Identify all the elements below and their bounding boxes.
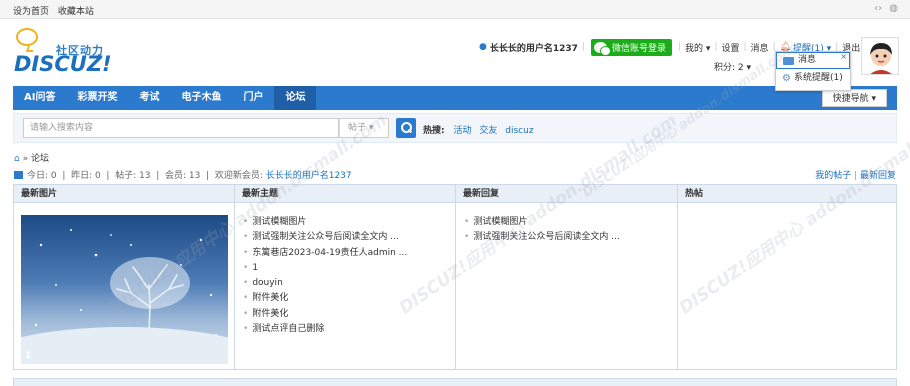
avatar[interactable] <box>861 37 899 75</box>
score-menu[interactable]: 积分: 2 ▾ <box>714 60 751 73</box>
wechat-login-label: 微信账号登录 <box>611 43 666 54</box>
bottom-strip <box>13 378 897 386</box>
user-icon: ● <box>479 42 487 52</box>
list-item[interactable]: 1 <box>243 261 455 276</box>
latest-pictures-column: 最新图片 1 <box>14 185 235 369</box>
new-member-link[interactable]: 长长长的用户名1237 <box>266 171 352 181</box>
nav-item[interactable]: 论坛 <box>274 86 317 110</box>
stats-chart-icon <box>14 171 23 179</box>
list-item[interactable]: 测试强制关注公众号后阅读全文内 ... <box>464 230 677 245</box>
nav-item[interactable]: AI问答 <box>13 86 66 110</box>
snow-tree-image <box>21 229 228 364</box>
wechat-icon <box>593 41 611 56</box>
set-home-link[interactable]: 设为首页 <box>13 7 49 17</box>
popup-messages-item[interactable]: 消息 <box>776 52 850 69</box>
breadcrumb-current[interactable]: 论坛 <box>31 154 49 164</box>
avatar-image <box>862 38 898 74</box>
nav-item[interactable]: 考试 <box>128 86 170 110</box>
top-bar: 设为首页 收藏本站 ‹› ◍ <box>0 0 910 19</box>
settings-link[interactable]: 设置 <box>721 41 739 54</box>
code-icon[interactable]: ‹› <box>874 3 882 14</box>
nav-item[interactable]: 彩票开奖 <box>66 86 128 110</box>
popup-system-reminder-item[interactable]: ⚙ 系统提醒(1) <box>776 69 850 88</box>
latest-replies-column: 最新回复 测试模糊图片测试强制关注公众号后阅读全文内 ... <box>456 185 678 369</box>
nav-item[interactable]: 门户 <box>232 86 274 110</box>
list-item[interactable]: douyin <box>243 276 455 291</box>
mine-menu[interactable]: 我的 ▾ <box>685 41 710 54</box>
gear-icon: ⚙ <box>782 73 791 84</box>
username-link[interactable]: 长长长的用户名1237 <box>490 41 578 54</box>
list-item[interactable]: 测试点评自己删除 <box>243 322 455 337</box>
logo-bubble-icon <box>16 28 38 46</box>
bookmark-link[interactable]: 收藏本站 <box>58 7 94 17</box>
popup-system-reminder-label: 系统提醒(1) <box>793 73 843 83</box>
search-bar: 请输入搜索内容 帖子 ▾ 热搜: 活动 交友 discuz <box>13 113 897 143</box>
nav-item[interactable]: 电子木鱼 <box>170 86 232 110</box>
list-item[interactable]: 附件美化 <box>243 307 455 322</box>
home-icon[interactable]: ⌂ <box>14 154 20 164</box>
forum-stats: 今日: 0 | 昨日: 0 | 帖子: 13 | 会员: 13 | 欢迎新会员:… <box>14 168 352 181</box>
search-input[interactable]: 请输入搜索内容 <box>23 118 339 138</box>
latest-replies-list: 测试模糊图片测试强制关注公众号后阅读全文内 ... <box>456 203 677 246</box>
latest-replies-link[interactable]: 最新回复 <box>860 171 896 181</box>
list-item[interactable]: 东篱巷店2023-04-19责任人admin ... <box>243 246 455 261</box>
quick-nav-button[interactable]: 快捷导航 ▾ <box>821 89 887 107</box>
list-item[interactable]: 测试强制关注公众号后阅读全文内 ... <box>243 230 455 245</box>
my-links: 我的帖子 | 最新回复 <box>815 171 896 181</box>
wechat-login-button[interactable]: 微信账号登录 <box>590 38 672 56</box>
hot-threads-header: 热帖 <box>678 185 896 203</box>
main-nav: AI问答 彩票开奖 考试 电子木鱼 门户 论坛 快捷导航 ▾ <box>13 86 897 110</box>
site-logo[interactable]: 社区动力 DISCUZ! <box>14 28 124 76</box>
latest-picture[interactable]: 1 <box>21 215 228 364</box>
breadcrumb: ⌂ » 论坛 <box>14 151 49 164</box>
globe-icon[interactable]: ◍ <box>889 3 898 14</box>
hot-search-item[interactable]: 交友 <box>479 126 497 136</box>
top-right-icons: ‹› ◍ <box>874 3 898 14</box>
picture-index: 1 <box>25 351 32 361</box>
my-posts-link[interactable]: 我的帖子 <box>815 171 851 181</box>
messages-link[interactable]: 消息 <box>751 41 769 54</box>
latest-threads-column: 最新主题 测试模糊图片测试强制关注公众号后阅读全文内 ...东篱巷店2023-0… <box>235 185 456 369</box>
hot-search-item[interactable]: 活动 <box>453 126 471 136</box>
latest-threads-header: 最新主题 <box>235 185 455 203</box>
hot-search-item[interactable]: discuz <box>505 126 533 136</box>
close-icon[interactable]: × <box>840 52 847 61</box>
search-type-select[interactable]: 帖子 ▾ <box>339 118 389 138</box>
search-button[interactable] <box>396 118 416 138</box>
latest-replies-header: 最新回复 <box>456 185 677 203</box>
nav-items: AI问答 彩票开奖 考试 电子木鱼 门户 论坛 <box>13 86 897 110</box>
forum-grid: 最新图片 1 最新主题 • 测试模糊图片 • 测试强制关注公众号后阅读全文内 .… <box>13 184 897 370</box>
popup-messages-label: 消息 <box>798 55 817 65</box>
hot-search: 热搜: 活动 交友 discuz <box>423 123 539 136</box>
stats-text: 今日: 0 | 昨日: 0 | 帖子: 13 | 会员: 13 | 欢迎新会员: <box>27 171 266 181</box>
top-links: 设为首页 收藏本站 <box>13 4 94 17</box>
hot-threads-column: 热帖 <box>678 185 896 369</box>
envelope-icon <box>783 56 794 65</box>
list-item[interactable]: 测试模糊图片 <box>243 215 455 230</box>
list-item[interactable]: 测试模糊图片 <box>464 215 677 230</box>
latest-threads-list: 测试模糊图片测试强制关注公众号后阅读全文内 ...东篱巷店2023-04-19责… <box>235 203 455 337</box>
reminder-popup: 消息 × ⚙ 系统提醒(1) <box>775 51 851 91</box>
logo-english: DISCUZ! <box>14 52 112 76</box>
list-item[interactable]: 附件美化 <box>243 291 455 306</box>
latest-pictures-header: 最新图片 <box>14 185 234 203</box>
hot-search-label: 热搜: <box>423 126 445 136</box>
breadcrumb-separator: » <box>22 154 31 164</box>
